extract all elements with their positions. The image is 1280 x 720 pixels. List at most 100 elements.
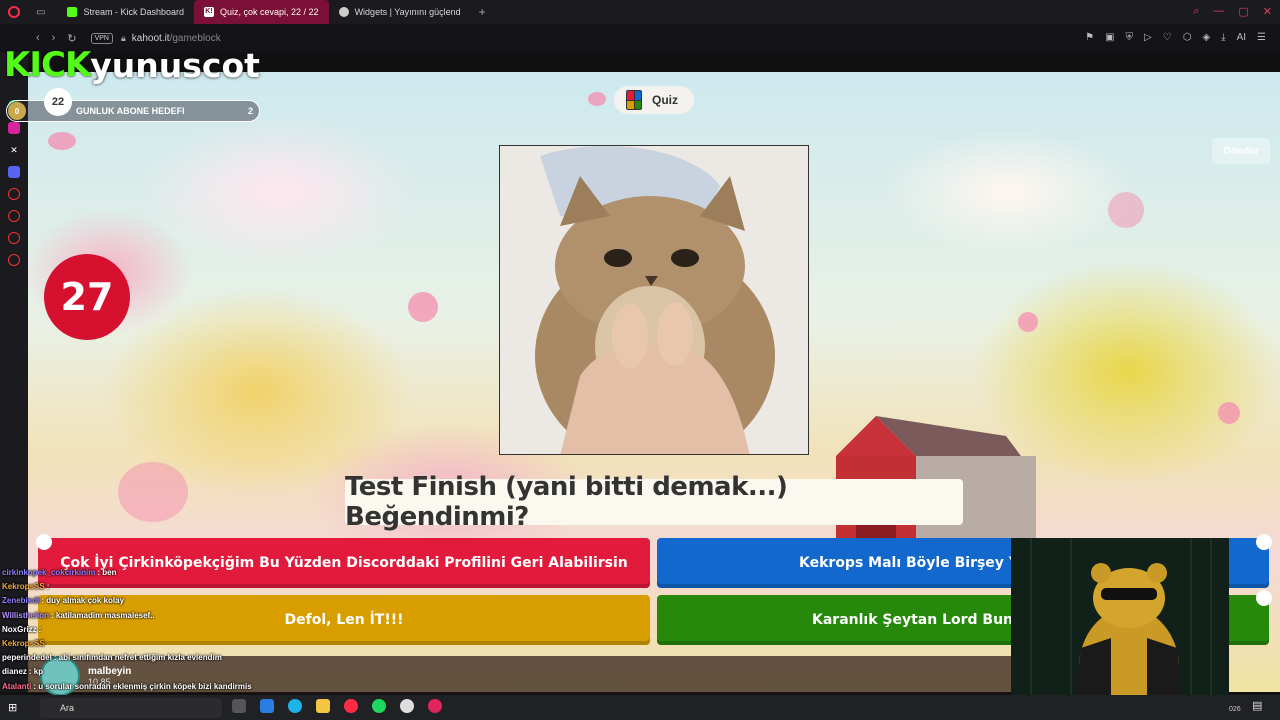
x-icon[interactable]: ✕ bbox=[8, 144, 20, 156]
outlook-icon[interactable] bbox=[260, 699, 274, 713]
edge-icon[interactable] bbox=[288, 699, 302, 713]
forward-icon[interactable]: › bbox=[52, 32, 56, 45]
channel-name: yunuscot bbox=[90, 45, 260, 85]
opera-icon[interactable] bbox=[344, 699, 358, 713]
settings-icon[interactable] bbox=[8, 254, 20, 266]
quiz-icon bbox=[626, 90, 642, 110]
tab-label: Widgets | Yayınını güçlend bbox=[354, 7, 461, 17]
submit-button[interactable]: Gönder bbox=[1212, 138, 1270, 164]
taskbar-apps bbox=[232, 699, 442, 713]
quiz-type-badge: Quiz bbox=[614, 86, 694, 114]
url-field[interactable]: kahoot.it/gameblock bbox=[132, 33, 221, 44]
tab-kick-dashboard[interactable]: Stream - Kick Dashboard bbox=[57, 0, 194, 24]
taskbar-search[interactable]: Ara bbox=[40, 698, 222, 718]
chat-message: Atalanti: u sorular sonradan eklenmiş çi… bbox=[2, 680, 322, 694]
petal bbox=[1018, 312, 1038, 332]
chat-message: dianez: kp bbox=[2, 665, 322, 679]
clock-text: 026 bbox=[1229, 706, 1241, 713]
chat-text: : u sorular sonradan eklenmiş çirkin köp… bbox=[33, 681, 252, 691]
chat-username[interactable]: Zenebisdi bbox=[2, 596, 39, 605]
opera-menu-icon[interactable] bbox=[8, 6, 20, 18]
chat-username[interactable]: dianez bbox=[2, 667, 27, 676]
chat-text: : duy almak çok kolay bbox=[41, 596, 125, 606]
pinboard-icon[interactable] bbox=[8, 232, 20, 244]
ai-icon[interactable]: AI bbox=[1237, 32, 1246, 43]
webcam-image bbox=[1011, 538, 1229, 720]
chat-text: : ben bbox=[97, 568, 117, 577]
lock-icon[interactable]: 🔒︎ bbox=[121, 33, 126, 44]
question-image bbox=[499, 145, 809, 455]
nav-buttons: ‹ › ↻ bbox=[36, 32, 77, 45]
snapshot-icon[interactable]: ▣ bbox=[1105, 32, 1114, 43]
shield-icon[interactable]: ⛨ bbox=[1126, 32, 1134, 43]
windows-start-icon[interactable]: ⊞ bbox=[8, 701, 17, 714]
chat-username[interactable]: KekropsSS bbox=[2, 639, 45, 648]
chat-text: : katilamadim masmalesef.. bbox=[51, 610, 155, 620]
new-tab-icon[interactable]: + bbox=[479, 5, 486, 19]
chat-username[interactable]: Atalanti bbox=[2, 682, 31, 691]
discord-icon[interactable] bbox=[8, 166, 20, 178]
chat-message: cirkinkopek_cokcirkinim: ben bbox=[2, 566, 322, 580]
corner-handle[interactable] bbox=[36, 534, 52, 550]
play-icon[interactable]: ▷ bbox=[1144, 32, 1152, 43]
spotify-icon[interactable] bbox=[372, 699, 386, 713]
back-icon[interactable]: ‹ bbox=[36, 32, 40, 45]
petal bbox=[408, 292, 438, 322]
corner-handle[interactable] bbox=[1256, 590, 1272, 606]
instagram-icon[interactable] bbox=[8, 122, 20, 134]
chat-text: : bbox=[46, 582, 50, 592]
history-icon[interactable] bbox=[8, 210, 20, 222]
window-controls: ⌕ — ▢ ✕ bbox=[1193, 5, 1272, 18]
chat-username[interactable]: KekropsSS bbox=[2, 582, 45, 591]
tab-kahoot-quiz[interactable]: K! Quiz, çok cevapi, 22 / 22 bbox=[194, 0, 329, 24]
chat-username[interactable]: peperindedel bbox=[2, 653, 52, 662]
extensions-icon[interactable]: ⬡ bbox=[1183, 32, 1192, 43]
chat-message: KekropsSS bbox=[2, 637, 322, 651]
wallet-icon[interactable]: ◈ bbox=[1202, 32, 1210, 43]
tab-strip-icon[interactable]: ▭ bbox=[36, 7, 45, 18]
search-placeholder: Ara bbox=[60, 703, 75, 713]
widgets-icon bbox=[338, 7, 349, 17]
stream-logo: KICK yunuscot bbox=[4, 45, 260, 85]
chat-text: : kp bbox=[28, 667, 44, 677]
toolbar-icons: ⚑ ▣ ⛨ ▷ ♡ ⬡ ◈ ⤓ AI ☰ bbox=[1085, 32, 1266, 43]
download-icon[interactable]: ⤓ bbox=[1221, 32, 1225, 43]
goal-target: 2 bbox=[247, 106, 253, 116]
chat-username[interactable]: Willisthelion bbox=[2, 611, 49, 620]
vpn-badge[interactable]: VPN bbox=[90, 32, 113, 44]
petal bbox=[588, 92, 606, 106]
menu-icon[interactable]: ☰ bbox=[1257, 32, 1266, 43]
heart-icon[interactable]: ♡ bbox=[1163, 32, 1172, 43]
petal bbox=[1218, 402, 1240, 424]
chat-text: : abi sınıfımdan nefret ettiğim kizla ev… bbox=[53, 653, 222, 663]
chat-message: Willisthelion: katilamadim masmalesef.. bbox=[2, 609, 322, 623]
close-icon[interactable]: ✕ bbox=[1263, 5, 1272, 18]
reload-icon[interactable]: ↻ bbox=[67, 32, 76, 45]
corner-handle[interactable] bbox=[1256, 534, 1272, 550]
goal-current: 0 bbox=[8, 102, 26, 120]
url-domain: kahoot.it bbox=[131, 32, 170, 44]
bookmark-icon[interactable]: ⚑ bbox=[1085, 32, 1094, 43]
question-text: Test Finish (yani bitti demak...) Beğend… bbox=[345, 472, 963, 532]
minimize-icon[interactable]: — bbox=[1213, 5, 1224, 18]
webcam-overlay bbox=[1011, 538, 1229, 720]
task-view-icon[interactable] bbox=[232, 699, 246, 713]
tab-widgets[interactable]: Widgets | Yayınını güçlend bbox=[329, 0, 471, 24]
countdown-timer: 27 bbox=[44, 254, 130, 340]
maximize-icon[interactable]: ▢ bbox=[1238, 5, 1248, 18]
media-player-icon[interactable] bbox=[428, 699, 442, 713]
petal bbox=[48, 132, 76, 150]
screen: ▭ Stream - Kick Dashboard K! Quiz, çok c… bbox=[0, 0, 1280, 720]
tab-label: Stream - Kick Dashboard bbox=[83, 7, 184, 17]
player-icon[interactable] bbox=[8, 188, 20, 200]
search-icon[interactable]: ⌕ bbox=[1193, 5, 1199, 18]
file-explorer-icon[interactable] bbox=[316, 699, 330, 713]
cat-photo bbox=[500, 146, 808, 454]
chat-username[interactable]: NoxGrizz bbox=[2, 625, 37, 634]
notifications-icon[interactable]: ▤ bbox=[1252, 699, 1262, 712]
quiz-label: Quiz bbox=[652, 93, 678, 107]
chat-message: Zenebisdi: duy almak çok kolay bbox=[2, 594, 322, 608]
chat-username[interactable]: cirkinkopek_cokcirkinim bbox=[2, 568, 95, 577]
petal bbox=[118, 462, 188, 522]
obs-icon[interactable] bbox=[400, 699, 414, 713]
